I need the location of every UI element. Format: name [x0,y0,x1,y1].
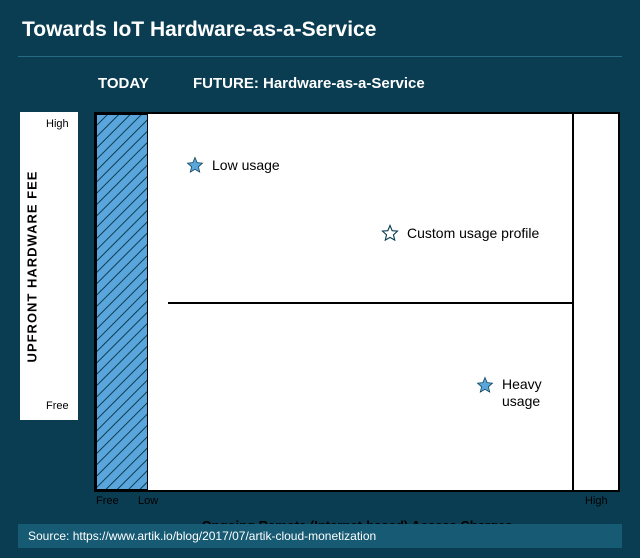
source-bar: Source: https://www.artik.io/blog/2017/0… [18,524,622,548]
page-title: Towards IoT Hardware-as-a-Service [0,0,640,56]
plot-area: Low usage Custom usage profile Heavy usa… [94,112,620,492]
column-headers: TODAY FUTURE: Hardware-as-a-Service [18,67,622,107]
divider [18,56,622,57]
point-label: Low usage [212,157,280,173]
x-tick-free: Free [96,495,119,507]
point-custom-usage: Custom usage profile [381,224,539,242]
y-tick-high: High [46,118,69,130]
x-tick-low: Low [138,495,158,507]
y-tick-free: Free [46,400,69,412]
source-text: Source: https://www.artik.io/blog/2017/0… [28,529,376,543]
y-axis-strip: UPFRONT HARDWARE FEE High Free [20,112,78,420]
diagram-container: Towards IoT Hardware-as-a-Service TODAY … [0,0,640,558]
point-low-usage: Low usage [186,156,280,174]
star-icon [381,224,399,242]
x-tick-high: High [585,495,608,507]
mid-divider [168,302,574,304]
axis-gap [78,112,94,420]
header-future: FUTURE: Hardware-as-a-Service [193,75,425,92]
point-heavy-usage: Heavy usage [476,376,562,410]
today-band [96,114,148,490]
right-divider [572,114,574,490]
chart-area: UPFRONT HARDWARE FEE High Free [20,112,620,512]
point-label: Custom usage profile [407,225,539,241]
star-icon [186,156,204,174]
star-icon [476,376,494,394]
point-label: Heavy usage [502,376,562,410]
y-axis-label: UPFRONT HARDWARE FEE [22,112,42,420]
header-today: TODAY [98,75,149,92]
